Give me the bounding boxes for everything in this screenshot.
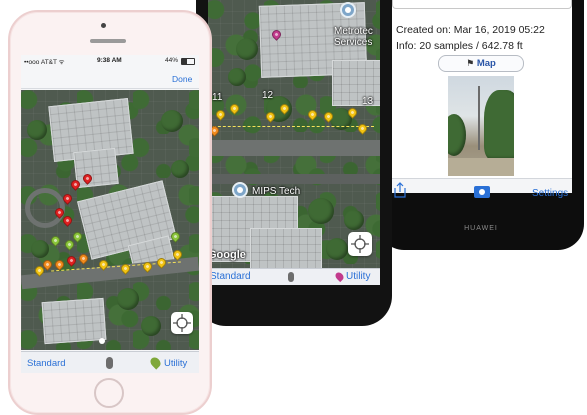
photo-ground [448, 158, 514, 176]
map-button-label: Map [476, 58, 496, 69]
tree [141, 316, 161, 336]
standard-tab[interactable]: Standard [27, 358, 66, 369]
settings-button[interactable]: Settings [532, 188, 568, 199]
sample-photo [448, 76, 514, 176]
status-bar: ••ooo AT&T ᯤ 9:38 AM 44% [21, 55, 199, 66]
building [41, 297, 107, 345]
utility-tab[interactable]: Utility [346, 271, 370, 282]
map-pin[interactable] [65, 254, 78, 267]
map-button[interactable]: ⚑ Map [438, 55, 524, 72]
utility-tab[interactable]: Utility [164, 358, 187, 369]
walk-track [208, 126, 374, 127]
iphone-speaker [90, 39, 126, 43]
huawei-screen: Created on: Mar 16, 2019 05:22 Info: 20 … [390, 0, 572, 199]
track-label: 12 [262, 90, 274, 101]
tree [161, 110, 183, 132]
standard-tab[interactable]: Standard [210, 271, 251, 282]
battery-icon [181, 58, 195, 65]
black-phone: 11 12 13 Metrotec Services MIPS Tech Goo… [196, 0, 392, 326]
huawei-phone: Created on: Mar 16, 2019 05:22 Info: 20 … [378, 0, 584, 250]
tree [27, 120, 47, 140]
share-icon[interactable] [394, 182, 406, 198]
done-button[interactable]: Done [172, 74, 192, 84]
map-pin[interactable] [306, 108, 319, 121]
poi-marker[interactable] [232, 182, 248, 198]
map-pin[interactable] [77, 252, 90, 265]
tree [236, 38, 258, 60]
google-logo: Google [208, 249, 246, 261]
battery-text: 44% [165, 57, 179, 64]
camera-icon[interactable] [474, 186, 490, 198]
tree [344, 210, 364, 230]
nav-bar: Done [21, 66, 199, 89]
track-label: 13 [362, 96, 374, 107]
road [208, 140, 380, 156]
photo-pole [478, 86, 480, 150]
locate-button[interactable] [171, 312, 193, 334]
photo-bush [448, 114, 466, 156]
iphone-camera-dot [101, 23, 106, 28]
drag-handle-icon[interactable] [288, 272, 294, 282]
tree [117, 288, 139, 310]
track-label: 11 [212, 92, 223, 103]
iphone-map[interactable] [21, 90, 199, 350]
map-pin[interactable] [49, 234, 62, 247]
map-pin[interactable] [214, 108, 227, 121]
poi-marker[interactable] [340, 2, 356, 18]
tree [228, 68, 246, 86]
iphone-screen: ••ooo AT&T ᯤ 9:38 AM 44% Done Standard U… [21, 55, 199, 373]
crosshair-icon [173, 314, 191, 332]
home-button[interactable] [94, 378, 124, 408]
black-phone-map[interactable]: 11 12 13 Metrotec Services MIPS Tech Goo… [208, 0, 380, 268]
tree [326, 238, 348, 260]
tree [31, 240, 49, 258]
map-center-dot [99, 338, 105, 344]
poi-label-metrotec: Metrotec Services [334, 26, 373, 48]
poi-label-mips: MIPS Tech [252, 186, 301, 197]
photo-bush [484, 90, 514, 160]
drag-handle-icon[interactable] [106, 357, 113, 369]
time-text: 9:38 AM [97, 57, 122, 64]
crosshair-icon [351, 235, 369, 253]
black-phone-tabbar: Standard Utility [208, 268, 380, 285]
map-pin[interactable] [356, 122, 369, 135]
huawei-brand: HUAWEI [464, 225, 498, 232]
created-on-text: Created on: Mar 16, 2019 05:22 [396, 24, 545, 36]
iphone-tabbar: Standard Utility [21, 351, 199, 373]
utility-pin-icon [333, 270, 346, 283]
map-flag-icon: ⚑ [466, 58, 475, 68]
locate-button[interactable] [348, 232, 372, 256]
info-top-field [392, 0, 572, 9]
carrier-text: ••ooo AT&T ᯤ [24, 59, 65, 66]
road [208, 174, 380, 184]
tree [171, 160, 189, 178]
map-pin[interactable] [228, 102, 241, 115]
white-iphone: ••ooo AT&T ᯤ 9:38 AM 44% Done Standard U… [8, 10, 212, 415]
tree [308, 198, 334, 224]
info-text: Info: 20 samples / 642.78 ft [396, 40, 523, 52]
building [250, 228, 322, 268]
utility-pin-icon [148, 355, 163, 370]
